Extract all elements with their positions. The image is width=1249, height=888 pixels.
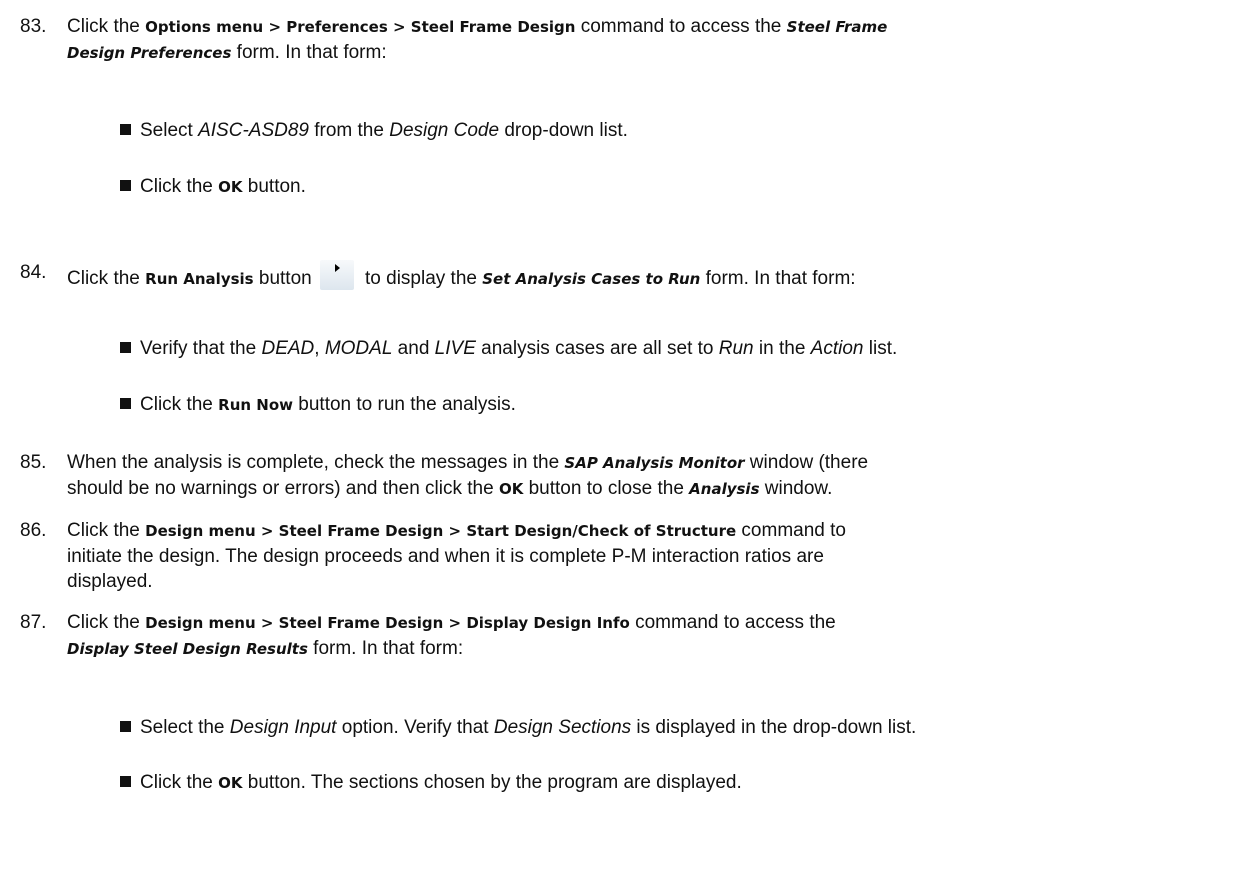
run-now-button-label: Run Now — [218, 396, 293, 414]
step-text: Click the Options menu > Preferences > S… — [67, 16, 888, 63]
form-name: Display Steel Design Results — [67, 640, 308, 658]
step-number: 86. — [20, 520, 47, 541]
menu-steel-frame-design: Steel Frame Design — [278, 614, 444, 632]
menu-options: Options menu — [145, 18, 264, 36]
menu-preferences: Preferences — [286, 18, 388, 36]
form-name: Steel Frame — [786, 18, 888, 36]
bullet-square-icon — [120, 180, 131, 191]
bullet-square-icon — [120, 776, 131, 787]
form-name: Set Analysis Cases to Run — [482, 270, 701, 288]
step-87-bullet-2: Click the OK button. The sections chosen… — [120, 770, 1240, 796]
step-text: Click the Design menu > Steel Frame Desi… — [67, 612, 836, 659]
window-name: SAP Analysis Monitor — [564, 454, 745, 472]
window-name: Analysis — [689, 480, 760, 498]
step-text: When the analysis is complete, check the… — [67, 452, 869, 499]
menu-steel-frame-design: Steel Frame Design — [410, 18, 576, 36]
step-text: Click the Design menu > Steel Frame Desi… — [67, 520, 846, 592]
ok-button-label: OK — [218, 178, 243, 196]
step-number: 85. — [20, 452, 47, 473]
step-number: 87. — [20, 612, 47, 633]
step-83-bullet-2: Click the OK button. — [120, 174, 1240, 200]
menu-start-design-check: Start Design/Check of Structure — [466, 522, 737, 540]
bullet-square-icon — [120, 342, 131, 353]
bullet-square-icon — [120, 398, 131, 409]
menu-display-design-info: Display Design Info — [466, 614, 630, 632]
run-analysis-play-icon[interactable] — [319, 260, 354, 290]
step-84-bullet-1: Verify that the DEAD, MODAL and LIVE ana… — [120, 336, 1240, 361]
ok-button-label: OK — [218, 774, 243, 792]
ok-button-label: OK — [498, 480, 524, 498]
step-text: Click the Run Analysis button to display… — [67, 260, 1237, 292]
menu-design: Design menu — [145, 614, 256, 632]
menu-steel-frame-design: Steel Frame Design — [278, 522, 444, 540]
form-name-cont: Design Preferences — [67, 44, 232, 62]
step-84-bullet-2: Click the Run Now button to run the anal… — [120, 392, 1240, 418]
menu-design: Design menu — [145, 522, 256, 540]
step-number: 84. — [20, 262, 47, 283]
step-83-bullet-1: Select AISC-ASD89 from the Design Code d… — [120, 118, 1240, 143]
run-analysis-label: Run Analysis — [145, 270, 254, 288]
bullet-square-icon — [120, 721, 131, 732]
step-87-bullet-1: Select the Design Input option. Verify t… — [120, 715, 1240, 740]
step-number: 83. — [20, 16, 47, 37]
bullet-square-icon — [120, 124, 131, 135]
